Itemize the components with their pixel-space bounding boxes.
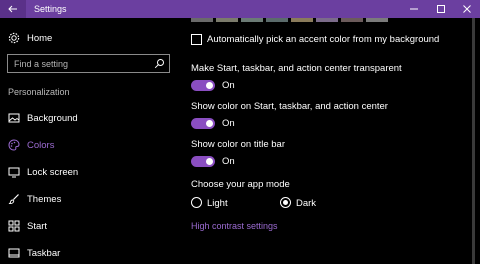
minimize-button[interactable]: [401, 0, 427, 18]
lock-screen-icon: [8, 167, 20, 178]
sidebar-item-label: Taskbar: [27, 247, 61, 259]
maximize-button[interactable]: [428, 0, 454, 18]
sidebar-item-home[interactable]: Home: [0, 27, 180, 49]
window-title: Settings: [34, 4, 67, 14]
toggle-knob: [206, 158, 213, 165]
color-swatch[interactable]: [191, 18, 213, 22]
image-icon: [8, 113, 20, 123]
sidebar-item-taskbar[interactable]: Taskbar: [0, 242, 180, 264]
color-swatch[interactable]: [316, 18, 338, 22]
sidebar-item-lock-screen[interactable]: Lock screen: [0, 161, 180, 183]
sidebar-item-colors[interactable]: Colors: [0, 134, 180, 156]
brush-icon: [8, 194, 19, 205]
transparent-state: On: [222, 80, 235, 91]
search-placeholder: Find a setting: [14, 59, 69, 69]
section-heading: Personalization: [8, 87, 70, 97]
gear-icon: [8, 32, 20, 44]
close-button[interactable]: [454, 0, 480, 18]
scrollbar[interactable]: [472, 18, 475, 264]
color-titlebar-state: On: [222, 156, 235, 167]
auto-accent-checkbox[interactable]: [191, 34, 202, 45]
radio-selected-dot: [283, 200, 288, 205]
color-swatch[interactable]: [291, 18, 313, 22]
color-swatch[interactable]: [241, 18, 263, 22]
color-start-toggle[interactable]: [191, 118, 215, 129]
toggle-knob: [206, 82, 213, 89]
search-input[interactable]: Find a setting: [7, 54, 170, 73]
color-titlebar-toggle[interactable]: [191, 156, 215, 167]
color-start-label: Show color on Start, taskbar, and action…: [191, 101, 388, 112]
sidebar-item-themes[interactable]: Themes: [0, 188, 180, 210]
taskbar-icon: [8, 248, 20, 258]
sidebar-item-background[interactable]: Background: [0, 107, 180, 129]
light-mode-label: Light: [207, 198, 228, 209]
color-swatch[interactable]: [366, 18, 388, 22]
color-titlebar-label: Show color on title bar: [191, 139, 285, 150]
sidebar-item-label: Colors: [27, 139, 55, 151]
dark-mode-label: Dark: [296, 198, 317, 209]
dark-mode-radio[interactable]: [280, 197, 291, 208]
light-mode-radio[interactable]: [191, 197, 202, 208]
palette-icon: [8, 139, 20, 151]
sidebar-item-label: Start: [27, 220, 48, 232]
transparent-toggle[interactable]: [191, 80, 215, 91]
color-swatch[interactable]: [266, 18, 288, 22]
maximize-icon: [437, 5, 445, 13]
sidebar-item-label: Background: [27, 112, 78, 124]
sidebar-item-label: Lock screen: [27, 166, 79, 178]
color-start-state: On: [222, 118, 235, 129]
colors-settings-panel: Automatically pick an accent color from …: [180, 18, 470, 264]
close-icon: [463, 5, 471, 13]
color-swatch[interactable]: [341, 18, 363, 22]
title-bar: Settings: [0, 0, 480, 18]
back-button[interactable]: [0, 0, 26, 18]
app-mode-label: Choose your app mode: [191, 179, 290, 190]
back-arrow-icon: [8, 5, 17, 13]
search-icon[interactable]: [154, 58, 165, 69]
sidebar-item-label: Home: [27, 32, 53, 44]
sidebar-item-start[interactable]: Start: [0, 215, 180, 237]
auto-accent-label: Automatically pick an accent color from …: [207, 34, 440, 45]
transparent-label: Make Start, taskbar, and action center t…: [191, 63, 402, 74]
sidebar-item-label: Themes: [27, 193, 62, 205]
start-grid-icon: [8, 220, 20, 232]
high-contrast-link[interactable]: High contrast settings: [191, 221, 278, 231]
color-swatch[interactable]: [216, 18, 238, 22]
toggle-knob: [206, 120, 213, 127]
minimize-icon: [410, 8, 418, 10]
sidebar: Home Find a setting Personalization Back…: [0, 18, 180, 264]
